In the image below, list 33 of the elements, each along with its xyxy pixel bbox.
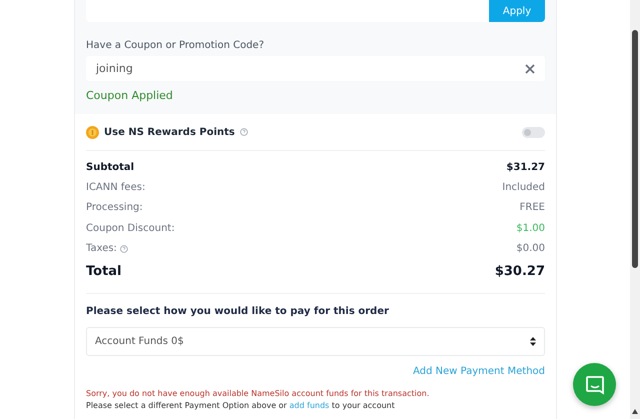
coupon-status: Coupon Applied — [86, 89, 174, 102]
coupon-field[interactable]: joining — [86, 56, 545, 81]
summary-label: Subtotal — [86, 162, 134, 173]
summary-label: Taxes: — [86, 243, 117, 254]
summary-value: $0.00 — [516, 243, 545, 254]
summary-label: Coupon Discount: — [86, 222, 175, 234]
chat-button[interactable] — [573, 363, 616, 406]
coupon-label: Have a Coupon or Promotion Code? — [86, 40, 265, 51]
rewards-toggle[interactable] — [522, 126, 545, 138]
sort-icon — [530, 336, 536, 346]
error-message: Sorry, you do not have enough available NameSilo account funds for this transaction. — [86, 388, 430, 398]
summary-label: Processing: — [86, 202, 143, 214]
text-field[interactable]: Apply — [86, 0, 545, 22]
payment-note: Please select a different Payment Option above or add funds to your account — [86, 400, 396, 410]
payment-select[interactable]: Account Funds 0$ — [86, 326, 545, 356]
help-icon[interactable] — [120, 244, 128, 253]
summary-label: ICANN fees: — [86, 182, 146, 194]
close-icon[interactable] — [525, 64, 535, 74]
add-payment-link[interactable]: Add New Payment Method — [413, 366, 545, 377]
apply-button[interactable]: Apply — [489, 0, 545, 22]
add-funds-link[interactable]: add funds — [289, 400, 330, 410]
scrollbar[interactable] — [630, 0, 640, 419]
help-icon[interactable] — [240, 128, 248, 136]
coin-icon — [86, 126, 99, 138]
summary-label: Total — [86, 264, 122, 280]
summary-value: FREE — [520, 202, 545, 214]
rewards-label: Use NS Rewards Points — [104, 126, 235, 138]
payment-heading: Please select how you would like to pay for this order — [86, 306, 390, 317]
chat-icon — [584, 374, 604, 394]
summary-value: Included — [502, 182, 545, 194]
summary-value: $1.00 — [516, 222, 545, 234]
summary-value: $31.27 — [506, 162, 545, 173]
summary-value: $30.27 — [494, 264, 545, 280]
